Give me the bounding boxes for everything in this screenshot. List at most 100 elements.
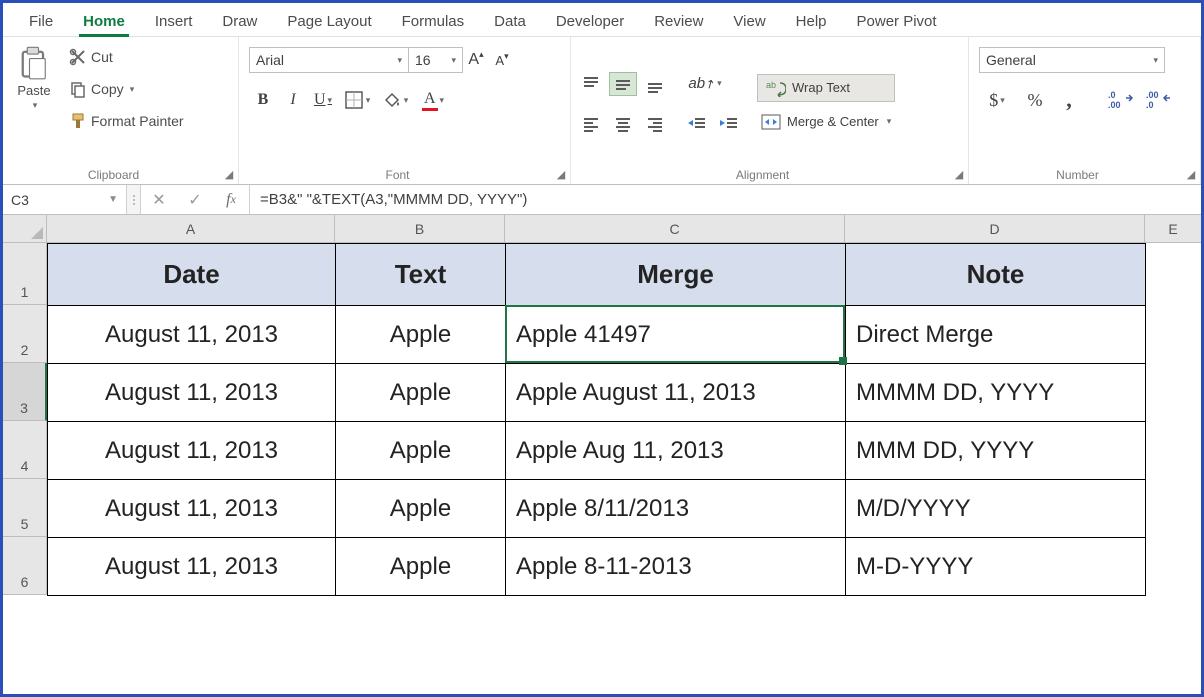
wrap-text-button[interactable]: ab Wrap Text — [757, 74, 895, 102]
cell[interactable]: Apple 8-11-2013 — [506, 538, 846, 596]
header-text[interactable]: Text — [336, 244, 506, 306]
percent-format-button[interactable]: % — [1021, 87, 1049, 113]
cell[interactable]: August 11, 2013 — [48, 480, 336, 538]
cell-selected[interactable]: Apple August 11, 2013 — [506, 364, 846, 422]
borders-button[interactable]: ▾ — [339, 88, 375, 112]
col-header-A[interactable]: A — [47, 215, 335, 243]
font-size-value: 16 — [415, 52, 431, 68]
format-painter-label: Format Painter — [91, 113, 184, 129]
orientation-button[interactable]: ab↗ ▾ — [683, 72, 727, 96]
font-size-select[interactable]: 16 ▾ — [409, 47, 463, 73]
align-top-button[interactable] — [577, 72, 605, 96]
tab-review[interactable]: Review — [640, 7, 717, 36]
accounting-format-button[interactable]: $▾ — [979, 87, 1015, 113]
fill-color-button[interactable]: ▾ — [377, 88, 413, 112]
merge-center-button[interactable]: Merge & Center ▾ — [757, 110, 895, 134]
cell[interactable]: Apple — [336, 306, 506, 364]
tab-developer[interactable]: Developer — [542, 7, 638, 36]
cell[interactable]: Apple — [336, 538, 506, 596]
align-bottom-button[interactable] — [641, 72, 669, 96]
cell[interactable]: Direct Merge — [846, 306, 1146, 364]
cut-button[interactable]: Cut — [65, 45, 188, 69]
cell[interactable]: Apple — [336, 480, 506, 538]
svg-text:.00: .00 — [1146, 90, 1159, 100]
header-date[interactable]: Date — [48, 244, 336, 306]
font-name-value: Arial — [256, 52, 284, 68]
col-header-D[interactable]: D — [845, 215, 1145, 243]
underline-button[interactable]: U▾ — [309, 87, 337, 113]
cell[interactable]: Apple 8/11/2013 — [506, 480, 846, 538]
font-name-select[interactable]: Arial ▾ — [249, 47, 409, 73]
increase-indent-button[interactable] — [715, 112, 743, 136]
row-header-2[interactable]: 2 — [3, 305, 47, 363]
tab-power-pivot[interactable]: Power Pivot — [843, 7, 951, 36]
dialog-launcher-alignment[interactable]: ◢ — [952, 168, 966, 182]
format-painter-button[interactable]: Format Painter — [65, 109, 188, 133]
row-header-6[interactable]: 6 — [3, 537, 47, 595]
tab-formulas[interactable]: Formulas — [388, 7, 479, 36]
cell[interactable]: M/D/YYYY — [846, 480, 1146, 538]
number-format-select[interactable]: General ▾ — [979, 47, 1165, 73]
dialog-launcher-clipboard[interactable]: ◢ — [222, 168, 236, 182]
tab-help[interactable]: Help — [782, 7, 841, 36]
bold-button[interactable]: B — [249, 87, 277, 113]
name-box-value: C3 — [11, 192, 29, 208]
align-center-button[interactable] — [609, 112, 637, 136]
row-header-1[interactable]: 1 — [3, 243, 47, 305]
align-right-button[interactable] — [641, 112, 669, 136]
tab-draw[interactable]: Draw — [208, 7, 271, 36]
tab-insert[interactable]: Insert — [141, 7, 207, 36]
paste-button[interactable]: Paste ▾ — [9, 41, 59, 115]
header-merge[interactable]: Merge — [506, 244, 846, 306]
tab-file[interactable]: File — [15, 7, 67, 36]
tab-home[interactable]: Home — [69, 7, 139, 36]
group-label-font: Font — [239, 168, 556, 182]
cell[interactable]: M-D-YYYY — [846, 538, 1146, 596]
cell[interactable]: Apple 41497 — [506, 306, 846, 364]
enter-formula-button[interactable]: ✓ — [177, 190, 213, 210]
col-header-B[interactable]: B — [335, 215, 505, 243]
cell[interactable]: August 11, 2013 — [48, 364, 336, 422]
decrease-font-button[interactable]: A▾ — [489, 47, 515, 73]
align-middle-button[interactable] — [609, 72, 637, 96]
tab-page-layout[interactable]: Page Layout — [273, 7, 385, 36]
decrease-decimal-button[interactable]: .00.0 — [1143, 87, 1175, 113]
cell[interactable]: August 11, 2013 — [48, 538, 336, 596]
italic-button[interactable]: I — [279, 87, 307, 113]
cell[interactable]: Apple — [336, 364, 506, 422]
formula-input[interactable]: =B3&" "&TEXT(A3,"MMMM DD, YYYY") — [250, 185, 1201, 214]
name-box[interactable]: C3 ▼ — [3, 185, 127, 214]
select-all-triangle[interactable] — [3, 215, 47, 243]
group-label-clipboard: Clipboard — [3, 168, 224, 182]
row-header-5[interactable]: 5 — [3, 479, 47, 537]
formula-bar-handle[interactable] — [127, 185, 141, 214]
svg-text:.00: .00 — [1108, 100, 1121, 110]
increase-font-button[interactable]: A▴ — [463, 47, 489, 73]
col-header-C[interactable]: C — [505, 215, 845, 243]
header-note[interactable]: Note — [846, 244, 1146, 306]
cell[interactable]: August 11, 2013 — [48, 306, 336, 364]
copy-button[interactable]: Copy ▾ — [65, 77, 188, 101]
cell[interactable]: Apple — [336, 422, 506, 480]
insert-function-button[interactable]: fx — [213, 191, 249, 209]
cell[interactable]: Apple Aug 11, 2013 — [506, 422, 846, 480]
font-color-button[interactable]: A ▾ — [415, 88, 451, 112]
increase-decimal-button[interactable]: .0.00 — [1105, 87, 1137, 113]
align-bottom-icon — [646, 75, 664, 93]
dialog-launcher-font[interactable]: ◢ — [554, 168, 568, 182]
tab-view[interactable]: View — [719, 7, 779, 36]
cell[interactable]: August 11, 2013 — [48, 422, 336, 480]
cancel-formula-button[interactable]: ✕ — [141, 190, 177, 210]
cell[interactable]: MMM DD, YYYY — [846, 422, 1146, 480]
row-header-3[interactable]: 3 — [3, 363, 47, 421]
align-left-button[interactable] — [577, 112, 605, 136]
chevron-down-icon: ▾ — [397, 55, 402, 66]
decrease-indent-button[interactable] — [683, 112, 711, 136]
comma-format-button[interactable]: , — [1055, 87, 1083, 113]
dialog-launcher-number[interactable]: ◢ — [1184, 168, 1198, 182]
tab-data[interactable]: Data — [480, 7, 540, 36]
row-header-4[interactable]: 4 — [3, 421, 47, 479]
cell[interactable]: MMMM DD, YYYY — [846, 364, 1146, 422]
col-header-E[interactable]: E — [1145, 215, 1201, 243]
copy-icon — [69, 80, 87, 98]
